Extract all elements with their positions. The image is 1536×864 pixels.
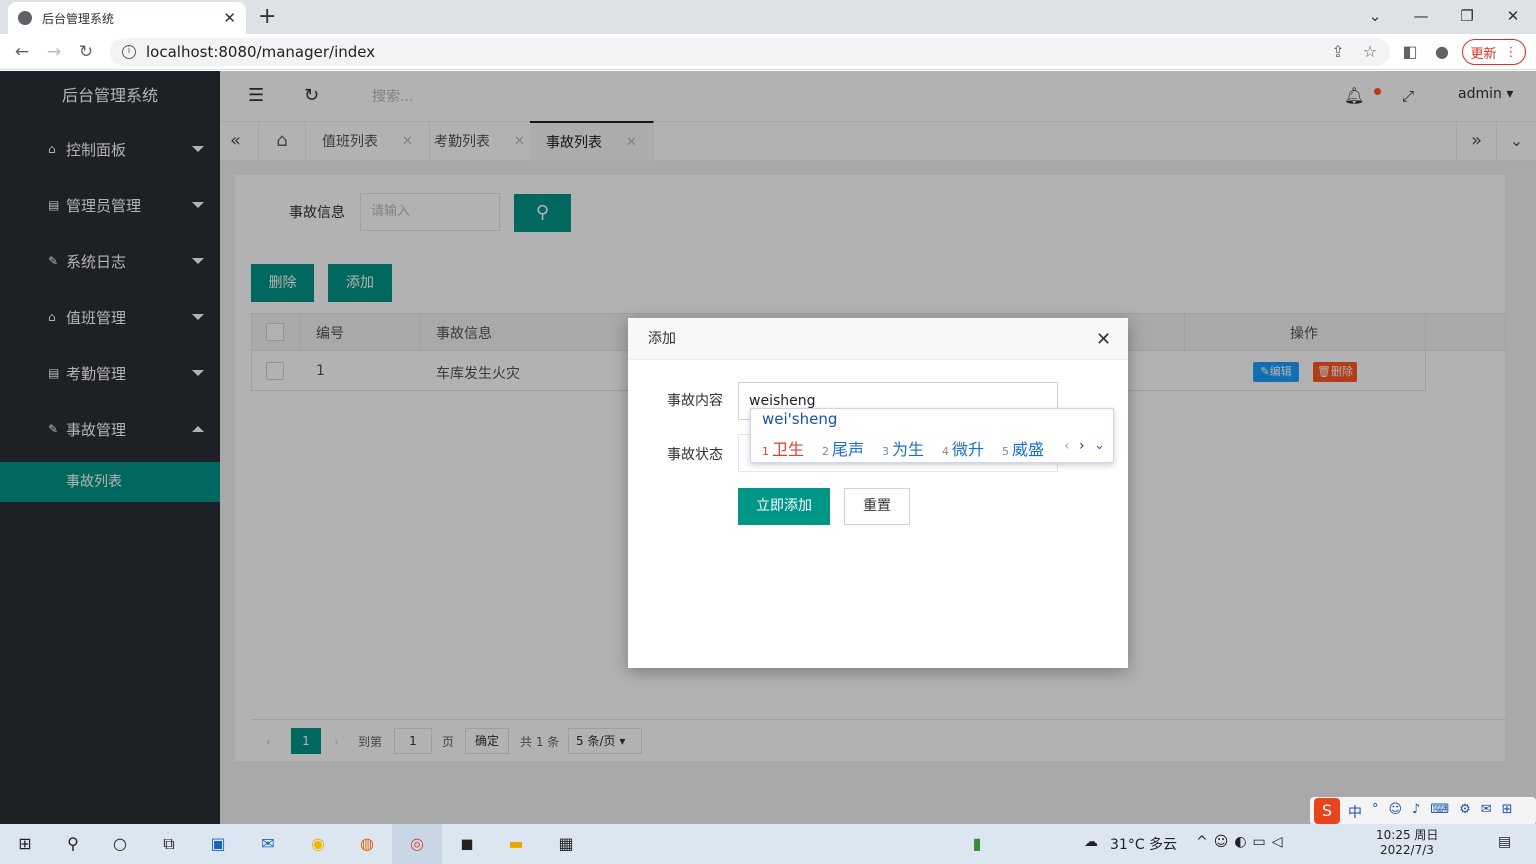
browser-tab-title: 后台管理系统 <box>42 11 115 26</box>
candidate-text: 卫生 <box>772 440 805 459</box>
new-tab-button[interactable]: + <box>258 4 276 30</box>
content-label: 事故内容 <box>667 393 723 409</box>
candidate-text: 微升 <box>952 440 985 459</box>
address-bar[interactable]: i localhost:8080/manager/index <box>110 38 1390 66</box>
folder-icon[interactable]: ▬ <box>503 832 529 856</box>
update-button[interactable]: 更新 ⋮ <box>1462 39 1526 65</box>
candidate-number: 5 <box>1002 445 1009 458</box>
tool-icon[interactable]: ▦ <box>553 832 579 856</box>
windows-start-icon[interactable]: ⊞ <box>12 832 38 856</box>
weather-text[interactable]: 31°C 多云 <box>1110 834 1177 854</box>
ime-expand-icon[interactable]: ⌄ <box>1094 438 1105 453</box>
store-icon[interactable]: ▣ <box>205 832 231 856</box>
dialog-title: 添加 <box>628 318 1128 360</box>
share-icon[interactable]: ⇪ <box>1326 40 1350 64</box>
ime-candidate[interactable]: 1 卫生 <box>762 436 804 460</box>
candidate-text: 威盛 <box>1012 440 1045 459</box>
clock-date[interactable]: 2022/7/3 <box>1380 843 1434 857</box>
globe-icon <box>18 11 32 25</box>
submit-button[interactable]: 立即添加 <box>738 488 830 525</box>
window-close-icon[interactable]: ✕ <box>1490 4 1536 28</box>
info-icon[interactable]: i <box>122 45 136 59</box>
chrome-icon[interactable]: ◎ <box>404 832 430 856</box>
candidate-text: 为生 <box>892 440 925 459</box>
clock-time[interactable]: 10:25 周日 <box>1376 826 1438 843</box>
intellij-icon[interactable]: ◼ <box>454 832 480 856</box>
ime-next-icon[interactable]: › <box>1079 438 1085 454</box>
tab-search-icon[interactable]: ⌄ <box>1352 4 1398 28</box>
forward-icon[interactable]: → <box>42 40 66 64</box>
ime-candidate[interactable]: 2 尾声 <box>822 436 864 460</box>
notification-center-icon[interactable]: ▤ <box>1498 834 1511 850</box>
candidate-number: 4 <box>942 445 949 458</box>
status-label: 事故状态 <box>667 447 723 463</box>
browser-tab[interactable]: 后台管理系统 ✕ <box>8 2 246 34</box>
minimize-icon[interactable]: — <box>1398 4 1444 28</box>
ime-prev-icon[interactable]: ‹ <box>1064 438 1070 454</box>
url-text: localhost:8080/manager/index <box>146 43 376 61</box>
sogou-logo-icon[interactable]: S <box>1314 798 1340 824</box>
weather-icon: ☁ <box>1084 834 1098 850</box>
cortana-icon[interactable]: ○ <box>107 832 133 856</box>
update-label: 更新 <box>1470 46 1497 62</box>
profile-icon[interactable]: ● <box>1430 40 1454 64</box>
ime-tools-icons[interactable]: °☺♪⌨⚙✉⊞ <box>1372 802 1523 817</box>
task-view-icon[interactable]: ⧉ <box>156 832 182 856</box>
candidate-number: 3 <box>882 445 889 458</box>
star-icon[interactable]: ☆ <box>1358 40 1382 64</box>
mail-icon[interactable]: ✉ <box>255 832 281 856</box>
reload-icon[interactable]: ↻ <box>74 40 98 64</box>
close-tab-icon[interactable]: ✕ <box>223 9 236 27</box>
restore-icon[interactable]: ❐ <box>1444 4 1490 28</box>
reset-button[interactable]: 重置 <box>844 488 910 525</box>
sidepanel-icon[interactable]: ◧ <box>1398 40 1422 64</box>
dialog-close-icon[interactable]: ✕ <box>1096 330 1111 350</box>
candidate-number: 1 <box>762 445 769 458</box>
search-icon[interactable]: ⚲ <box>60 832 86 856</box>
ime-candidate[interactable]: 3 为生 <box>882 436 924 460</box>
more-icon: ⋮ <box>1504 44 1518 60</box>
ime-candidate[interactable]: 5 威盛 <box>1002 436 1044 460</box>
app-icon[interactable]: ◉ <box>305 832 331 856</box>
candidate-number: 2 <box>822 445 829 458</box>
ime-pinyin: wei'sheng <box>762 410 838 428</box>
ime-lang-toggle[interactable]: 中 <box>1348 802 1362 822</box>
ime-candidate[interactable]: 4 微升 <box>942 436 984 460</box>
firefox-icon[interactable]: ◍ <box>354 832 380 856</box>
tray-icons[interactable]: ^☺◐▭◁ <box>1196 834 1289 850</box>
battery-app-icon[interactable]: ▮ <box>964 832 990 856</box>
candidate-text: 尾声 <box>832 440 865 459</box>
back-icon[interactable]: ← <box>10 40 34 64</box>
